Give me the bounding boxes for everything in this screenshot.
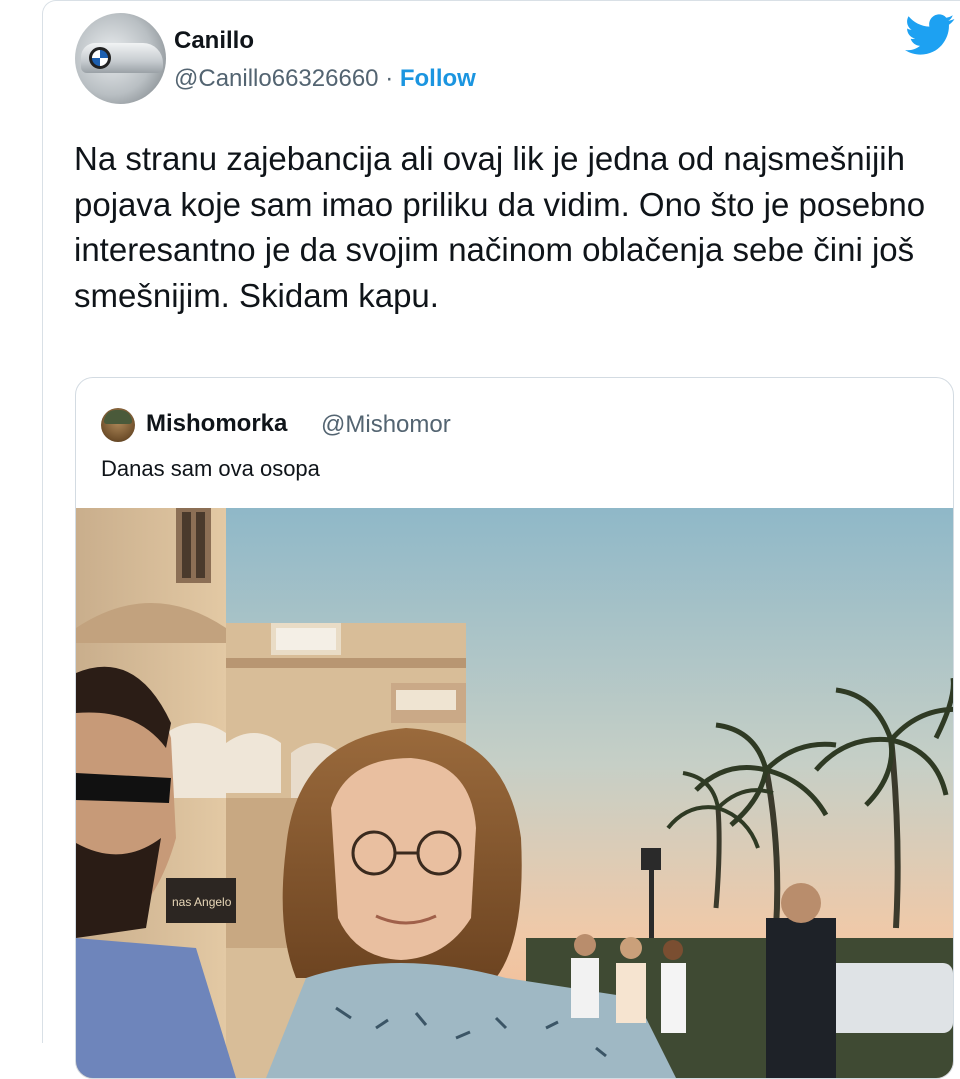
follow-button[interactable]: Follow	[400, 65, 476, 92]
twitter-bird-icon[interactable]	[905, 14, 955, 56]
tweet-text: Na stranu zajebancija ali ovaj lik je je…	[74, 140, 926, 314]
quoted-tweet-photo[interactable]: nas Angelo	[76, 508, 953, 1078]
avatar-emblem	[89, 47, 111, 69]
author-name[interactable]: Canillo	[174, 27, 254, 55]
avatar-hat	[104, 410, 132, 424]
quoted-tweet-text: Danas sam ova osopa	[101, 456, 320, 481]
author-handle-row: @Canillo66326660 · Follow	[174, 65, 476, 93]
separator-dot: ·	[385, 65, 394, 92]
quoted-author-name: Mishomorka	[146, 410, 288, 437]
photo-illustration: nas Angelo	[76, 508, 953, 1078]
quoted-author-handle: @Mishomor	[321, 411, 451, 438]
author-avatar[interactable]	[75, 13, 166, 104]
person-in-suit	[766, 918, 836, 1078]
quoted-author-avatar	[101, 408, 135, 442]
author-handle[interactable]: @Canillo66326660	[174, 65, 379, 92]
photo-sign-text: nas Angelo	[172, 895, 232, 909]
quoted-tweet[interactable]: Mishomorka @Mishomor Danas sam ova osopa	[75, 377, 954, 1079]
